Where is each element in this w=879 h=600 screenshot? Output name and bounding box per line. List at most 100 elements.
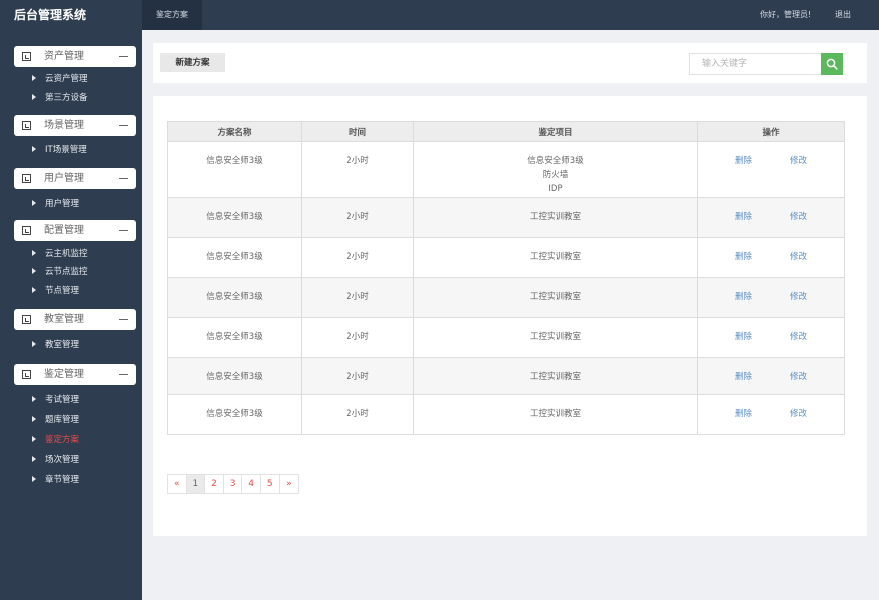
project-line: 工控实训教室 [529, 212, 581, 222]
sidebar-group-2[interactable]: 用户管理 [14, 168, 136, 189]
edit-link[interactable]: 修改 [790, 332, 807, 342]
edit-link[interactable]: 修改 [790, 409, 807, 419]
cell-time: 2小时 [301, 394, 414, 435]
sidebar-item[interactable]: 考试管理 [32, 392, 79, 408]
cell-project: 信息安全师3级 防火墙 IDP [413, 141, 698, 198]
delete-link[interactable]: 删除 [735, 212, 752, 222]
page-button-4[interactable]: 4 [242, 475, 261, 493]
cell-plan-name: 信息安全师3级 [167, 277, 302, 318]
delete-link[interactable]: 删除 [735, 409, 752, 419]
column-header-actions: 操作 [697, 121, 845, 142]
page-button-2[interactable]: 2 [205, 475, 224, 493]
edit-link[interactable]: 修改 [790, 372, 807, 382]
cell-time: 2小时 [301, 317, 414, 358]
table-row: 信息安全师3级 2小时 信息安全师3级 防火墙 IDP 删除 修改 [167, 141, 845, 198]
sidebar-item-label: 题库管理 [45, 415, 80, 425]
toolbar-panel: 新建方案 [153, 43, 867, 83]
cell-actions: 删除 修改 [697, 317, 845, 358]
sidebar-item-label: 云资产管理 [45, 74, 88, 84]
sidebar-item[interactable]: 第三方设备 [32, 90, 88, 106]
sidebar-item-label: 节点管理 [45, 286, 80, 296]
collapse-icon[interactable] [119, 230, 128, 231]
triangle-right-icon [32, 287, 36, 293]
triangle-right-icon [32, 75, 36, 81]
logout-link[interactable]: 退出 [835, 0, 851, 30]
collapse-icon[interactable] [119, 56, 128, 57]
sidebar-group-5[interactable]: 鉴定管理 [14, 364, 136, 385]
cell-actions: 删除 修改 [697, 394, 845, 435]
folder-icon [22, 121, 31, 130]
sidebar-item[interactable]: 用户管理 [32, 196, 79, 212]
collapse-icon[interactable] [119, 125, 128, 126]
sidebar: 资产管理 云资产管理 第三方设备 场景管理 IT场景管理 用户管理 用户管理 配置管理 云主机监… [0, 30, 142, 600]
collapse-icon[interactable] [119, 374, 128, 375]
search-input[interactable] [689, 53, 822, 75]
triangle-right-icon [32, 341, 36, 347]
sidebar-item[interactable]: 教室管理 [32, 337, 79, 353]
page-prev-button[interactable]: « [168, 475, 187, 493]
cell-time: 2小时 [301, 277, 414, 318]
sidebar-group-4[interactable]: 教室管理 [14, 309, 136, 330]
search-button[interactable] [821, 53, 843, 75]
sidebar-item[interactable]: 章节管理 [32, 472, 79, 488]
page-button-5[interactable]: 5 [261, 475, 280, 493]
project-line: 工控实训教室 [529, 292, 581, 302]
folder-icon [22, 226, 31, 235]
sidebar-item-label: 教室管理 [45, 340, 80, 350]
collapse-icon[interactable] [119, 319, 128, 320]
sidebar-item[interactable]: 节点管理 [32, 283, 79, 299]
delete-link[interactable]: 删除 [735, 156, 752, 166]
plan-table: 方案名称 时间 鉴定项目 操作 信息安全师3级 2小时 信息安全师3级 防火墙 IDP 删… [167, 121, 845, 435]
sidebar-item[interactable]: 云主机监控 [32, 246, 88, 262]
edit-link[interactable]: 修改 [790, 252, 807, 262]
edit-link[interactable]: 修改 [790, 292, 807, 302]
delete-link[interactable]: 删除 [735, 292, 752, 302]
sidebar-item[interactable]: 鉴定方案 [32, 432, 79, 448]
page-button-1[interactable]: 1 [186, 475, 206, 493]
cell-time: 2小时 [301, 141, 414, 198]
delete-link[interactable]: 删除 [735, 252, 752, 262]
cell-plan-name: 信息安全师3级 [167, 141, 302, 198]
folder-icon [22, 315, 31, 324]
page-button-3[interactable]: 3 [224, 475, 243, 493]
sidebar-item-label: 鉴定方案 [45, 435, 80, 445]
sidebar-item[interactable]: 云资产管理 [32, 71, 88, 87]
top-bar: 后台管理系统 鉴定方案 你好，管理员! 退出 [0, 0, 879, 30]
project-line: 工控实训教室 [529, 372, 581, 382]
sidebar-group-label: 鉴定管理 [44, 369, 84, 380]
sidebar-item[interactable]: 题库管理 [32, 412, 79, 428]
sidebar-group-1[interactable]: 场景管理 [14, 115, 136, 136]
folder-icon [22, 52, 31, 61]
sidebar-item[interactable]: 云节点监控 [32, 264, 88, 280]
cell-plan-name: 信息安全师3级 [167, 317, 302, 358]
triangle-right-icon [32, 416, 36, 422]
column-header-time: 时间 [301, 121, 414, 142]
cell-actions: 删除 修改 [697, 357, 845, 395]
sidebar-group-0[interactable]: 资产管理 [14, 46, 136, 67]
sidebar-group-label: 教室管理 [44, 314, 84, 325]
cell-actions: 删除 修改 [697, 197, 845, 238]
triangle-right-icon [32, 200, 36, 206]
tab-assessment-plan[interactable]: 鉴定方案 [142, 0, 202, 30]
cell-project: 工控实训教室 [413, 277, 698, 318]
cell-plan-name: 信息安全师3级 [167, 197, 302, 238]
column-header-name: 方案名称 [167, 121, 302, 142]
cell-project: 工控实训教室 [413, 317, 698, 358]
delete-link[interactable]: 删除 [735, 332, 752, 342]
collapse-icon[interactable] [119, 178, 128, 179]
edit-link[interactable]: 修改 [790, 156, 807, 166]
delete-link[interactable]: 删除 [735, 372, 752, 382]
new-plan-button[interactable]: 新建方案 [160, 53, 225, 72]
sidebar-item-label: 第三方设备 [45, 93, 88, 103]
sidebar-group-3[interactable]: 配置管理 [14, 220, 136, 241]
sidebar-item[interactable]: 场次管理 [32, 452, 79, 468]
user-greeting: 你好，管理员! [760, 10, 812, 19]
cell-plan-name: 信息安全师3级 [167, 394, 302, 435]
page-next-button[interactable]: » [280, 475, 299, 493]
table-row: 信息安全师3级 2小时 工控实训教室 删除 修改 [167, 277, 845, 318]
cell-time: 2小时 [301, 237, 414, 278]
cell-time: 2小时 [301, 357, 414, 395]
triangle-right-icon [32, 268, 36, 274]
sidebar-item[interactable]: IT场景管理 [32, 142, 87, 158]
edit-link[interactable]: 修改 [790, 212, 807, 222]
